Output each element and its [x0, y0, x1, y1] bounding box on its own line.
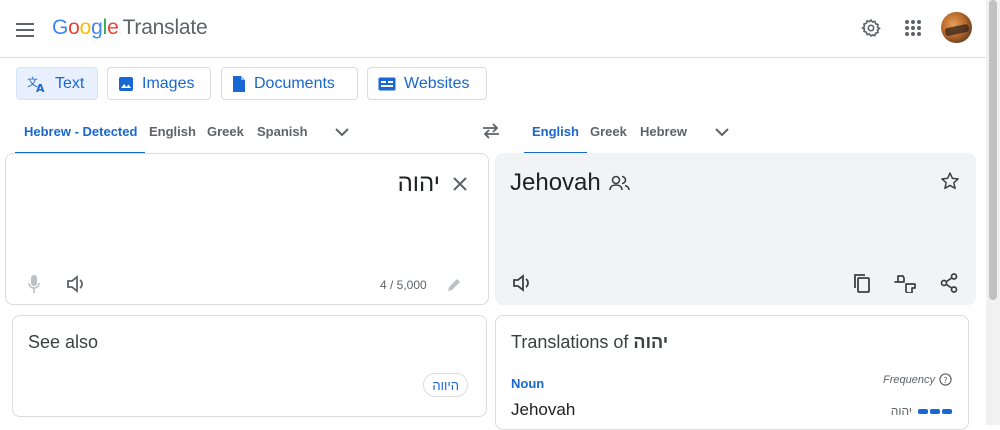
app-header: Google Translate	[0, 0, 1000, 58]
swap-languages-button[interactable]	[478, 118, 504, 144]
websites-mode-button[interactable]: Websites	[367, 67, 487, 100]
google-apps-button[interactable]	[898, 13, 928, 43]
thumbs-feedback-icon	[894, 275, 916, 293]
settings-button[interactable]	[856, 13, 886, 43]
translation-entry-word[interactable]: Jehovah	[511, 400, 575, 420]
target-lang-tab-greek[interactable]: Greek	[590, 118, 627, 154]
close-icon	[453, 177, 467, 191]
logo-letter: G	[52, 16, 69, 39]
source-lang-tab-english[interactable]: English	[149, 118, 196, 154]
translations-card: Translations of יהוה Noun Frequency ? Je…	[495, 315, 969, 430]
websites-mode-label: Websites	[404, 74, 470, 92]
frequency-text: Frequency	[883, 373, 935, 386]
image-icon	[119, 76, 133, 91]
website-icon	[378, 77, 396, 90]
frequency-segment	[930, 408, 940, 414]
speaker-icon	[513, 274, 529, 292]
copy-icon	[854, 274, 870, 293]
translations-title-prefix: Translations of	[511, 332, 629, 352]
logo-letter: e	[107, 16, 119, 39]
account-avatar[interactable]	[941, 12, 972, 43]
translation-entry-back: יהוה	[891, 404, 952, 418]
listen-source-button[interactable]	[64, 272, 88, 296]
back-translation: יהוה	[890, 404, 912, 418]
share-translation-button[interactable]	[937, 271, 961, 295]
frequency-segment	[918, 408, 928, 414]
logo-letter: g	[91, 16, 103, 39]
target-lang-tab-hebrew[interactable]: Hebrew	[640, 118, 687, 154]
help-icon[interactable]: ?	[939, 373, 952, 386]
source-text-panel[interactable]: יהוה 4 / 5,000	[5, 153, 489, 305]
listen-translation-button[interactable]	[510, 271, 534, 295]
svg-text:?: ?	[943, 375, 947, 385]
frequency-bar	[918, 408, 952, 414]
text-mode-label: Text	[55, 74, 85, 92]
rate-translation-button[interactable]	[893, 271, 917, 295]
character-count: 4 / 5,000	[380, 278, 427, 292]
text-mode-button[interactable]: 文 A Text	[16, 67, 98, 100]
clear-source-button[interactable]	[446, 170, 474, 198]
star-icon	[941, 172, 959, 190]
product-name: Translate	[122, 16, 208, 39]
translation-text: Jehovah	[510, 169, 601, 196]
frequency-segment	[942, 408, 952, 414]
apps-grid-icon	[905, 20, 921, 36]
target-text-panel: Jehovah	[495, 153, 976, 305]
swap-icon	[483, 123, 499, 139]
translate-icon: 文 A	[27, 75, 45, 93]
see-also-card: See also היווה	[12, 315, 487, 417]
documents-mode-label: Documents	[254, 74, 335, 92]
source-lang-tab-detected[interactable]: Hebrew - Detected	[15, 118, 146, 154]
part-of-speech-label: Noun	[511, 376, 545, 391]
translations-title-word: יהוה	[633, 332, 669, 352]
see-also-title: See also	[28, 332, 99, 352]
logo-letter: o	[68, 16, 80, 39]
svg-text:A: A	[36, 82, 45, 93]
save-translation-button[interactable]	[936, 167, 964, 195]
target-language-more-button[interactable]	[710, 120, 734, 144]
source-lang-tab-greek[interactable]: Greek	[207, 118, 244, 154]
hamburger-icon	[16, 23, 34, 37]
translation-output: Jehovah	[510, 169, 631, 197]
microphone-icon	[28, 275, 40, 293]
chevron-down-icon	[715, 127, 729, 136]
page-scrollbar-thumb[interactable]	[989, 0, 997, 300]
see-also-chip[interactable]: היווה	[423, 373, 468, 397]
source-language-more-button[interactable]	[330, 120, 354, 144]
gear-icon	[861, 18, 881, 38]
chevron-down-icon	[335, 127, 349, 136]
source-text-input[interactable]: יהוה	[398, 170, 440, 198]
copy-translation-button[interactable]	[850, 271, 874, 295]
google-translate-logo[interactable]: Google Translate	[52, 16, 208, 40]
documents-mode-button[interactable]: Documents	[221, 67, 358, 100]
share-icon	[940, 273, 958, 293]
document-icon	[233, 75, 245, 92]
target-lang-tab-english[interactable]: English	[524, 118, 587, 154]
images-mode-label: Images	[142, 74, 195, 92]
voice-input-button[interactable]	[22, 272, 46, 296]
main-menu-button[interactable]	[10, 14, 42, 46]
translations-title: Translations of יהוה	[511, 332, 668, 353]
handwriting-button[interactable]	[444, 275, 464, 295]
community-verified-icon[interactable]	[608, 175, 631, 191]
pencil-icon	[448, 279, 460, 291]
frequency-label: Frequency ?	[883, 373, 952, 386]
speaker-icon	[67, 275, 83, 293]
source-lang-tab-spanish[interactable]: Spanish	[257, 118, 308, 154]
logo-letter: o	[79, 16, 92, 39]
images-mode-button[interactable]: Images	[107, 67, 211, 100]
